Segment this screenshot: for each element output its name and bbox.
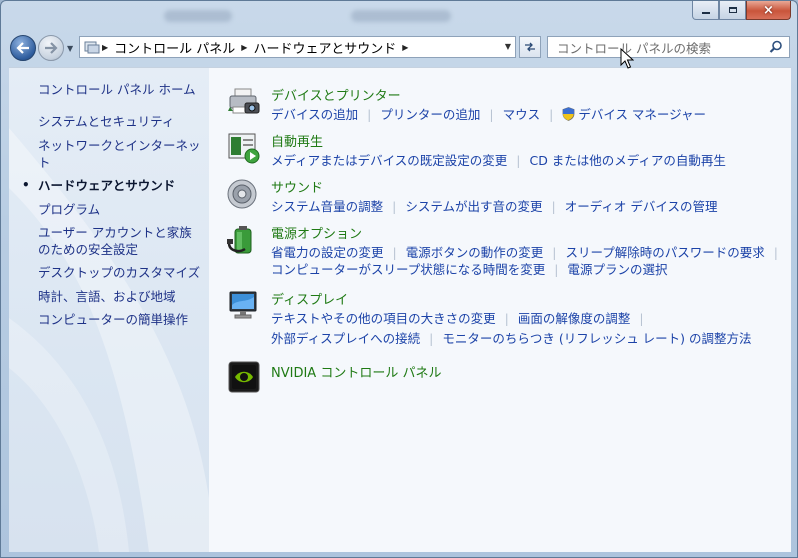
category-title-power-options[interactable]: 電源オプション bbox=[271, 223, 362, 242]
link-divider: | bbox=[429, 331, 434, 346]
sidebar-item-control-panel-home[interactable]: コントロール パネル ホーム bbox=[38, 81, 208, 98]
sidebar-item-user-accounts[interactable]: ユーザー アカウントと家族のための安全設定 bbox=[38, 224, 202, 258]
monitor-icon[interactable] bbox=[227, 289, 261, 323]
category-title-devices-printers[interactable]: デバイスとプリンター bbox=[271, 85, 401, 104]
link-autoplay-cd[interactable]: CD または他のメディアの自動再生 bbox=[529, 153, 725, 168]
refresh-icon bbox=[525, 42, 535, 52]
control-panel-window: × ▼ ▶ コントロール パネル ▶ ハードウェアとサウンド ▶ ▼ コントロー… bbox=[0, 0, 798, 558]
minimize-icon bbox=[701, 12, 710, 14]
current-item-bullet: • bbox=[22, 178, 30, 192]
control-panel-icon bbox=[84, 41, 100, 54]
links-sound: システム音量の調整 | システムが出す音の変更 | オーディオ デバイスの管理 bbox=[271, 196, 717, 215]
link-divider: | bbox=[489, 107, 494, 122]
link-divider: | bbox=[554, 262, 559, 277]
sidebar-item-ease-of-access[interactable]: コンピューターの簡単操作 bbox=[38, 311, 208, 328]
blurred-title-fragment bbox=[164, 10, 232, 22]
link-divider: | bbox=[773, 245, 778, 260]
sidebar-item-hardware-sound: • ハードウェアとサウンド bbox=[22, 177, 208, 194]
link-change-power-saving[interactable]: 省電力の設定の変更 bbox=[271, 245, 384, 260]
sidebar-item-programs[interactable]: プログラム bbox=[38, 201, 208, 218]
link-divider: | bbox=[549, 107, 554, 122]
link-device-manager[interactable]: デバイス マネージャー bbox=[578, 107, 706, 122]
category-title-sound[interactable]: サウンド bbox=[271, 177, 323, 196]
minimize-button[interactable] bbox=[692, 1, 719, 20]
sidebar-item-label: ハードウェアとサウンド bbox=[38, 178, 176, 193]
links-autoplay: メディアまたはデバイスの既定設定の変更 | CD または他のメディアの自動再生 bbox=[271, 150, 726, 169]
printer-camera-icon[interactable] bbox=[227, 85, 261, 119]
maximize-button[interactable] bbox=[719, 1, 746, 20]
sidebar: コントロール パネル ホーム システムとセキュリティ ネットワークとインターネッ… bbox=[9, 68, 209, 552]
battery-plug-icon[interactable] bbox=[227, 223, 261, 257]
back-arrow-icon bbox=[16, 42, 29, 54]
uac-shield-icon bbox=[562, 107, 575, 121]
category-title-autoplay[interactable]: 自動再生 bbox=[271, 131, 323, 150]
navigation-bar: ▼ ▶ コントロール パネル ▶ ハードウェアとサウンド ▶ ▼ bbox=[1, 33, 797, 63]
link-change-default-media-settings[interactable]: メディアまたはデバイスの既定設定の変更 bbox=[271, 153, 507, 168]
breadcrumb-separator[interactable]: ▶ bbox=[241, 43, 247, 52]
sidebar-item-clock-language-region[interactable]: 時計、言語、および地域 bbox=[38, 288, 208, 305]
link-divider: | bbox=[504, 311, 509, 326]
link-change-sleep-time[interactable]: コンピューターがスリープ状態になる時間を変更 bbox=[271, 262, 545, 277]
link-add-device[interactable]: デバイスの追加 bbox=[271, 107, 358, 122]
links-display-row1: テキストやその他の項目の大きさの変更 | 画面の解像度の調整 | bbox=[271, 308, 653, 327]
link-manage-audio-devices[interactable]: オーディオ デバイスの管理 bbox=[565, 199, 718, 214]
link-mouse[interactable]: マウス bbox=[503, 107, 541, 122]
link-require-password-on-wake[interactable]: スリープ解除時のパスワードの要求 bbox=[565, 245, 764, 260]
link-adjust-system-volume[interactable]: システム音量の調整 bbox=[271, 199, 383, 214]
breadcrumb-control-panel[interactable]: コントロール パネル bbox=[114, 38, 235, 57]
back-button[interactable] bbox=[10, 35, 36, 61]
forward-button[interactable] bbox=[38, 35, 64, 61]
content-area: コントロール パネル ホーム システムとセキュリティ ネットワークとインターネッ… bbox=[9, 67, 791, 552]
link-divider: | bbox=[639, 311, 644, 326]
close-icon: × bbox=[763, 2, 774, 18]
mouse-cursor-icon bbox=[620, 48, 634, 69]
link-monitor-refresh-rate[interactable]: モニターのちらつき (リフレッシュ レート) の調整方法 bbox=[442, 331, 751, 346]
breadcrumb-hardware-and-sound[interactable]: ハードウェアとサウンド bbox=[253, 38, 396, 57]
category-title-nvidia[interactable]: NVIDIA コントロール パネル bbox=[271, 362, 441, 381]
breadcrumb-separator[interactable]: ▶ bbox=[402, 43, 408, 52]
search-input[interactable] bbox=[555, 38, 769, 58]
maximize-icon bbox=[728, 7, 737, 13]
links-devices-printers: デバイスの追加 | プリンターの追加 | マウス | デバイス マネージャー bbox=[271, 104, 706, 123]
link-divider: | bbox=[392, 199, 397, 214]
link-change-text-size[interactable]: テキストやその他の項目の大きさの変更 bbox=[271, 311, 496, 326]
recent-pages-dropdown[interactable]: ▼ bbox=[67, 44, 73, 53]
autoplay-icon[interactable] bbox=[227, 131, 261, 165]
link-divider: | bbox=[551, 199, 556, 214]
sidebar-item-desktop-customization[interactable]: デスクトップのカスタマイズ bbox=[38, 264, 208, 281]
forward-arrow-icon bbox=[45, 42, 58, 54]
close-button[interactable]: × bbox=[746, 1, 791, 20]
sidebar-item-network-internet[interactable]: ネットワークとインターネット bbox=[38, 137, 202, 171]
links-power-options-row2: コンピューターがスリープ状態になる時間を変更 | 電源プランの選択 bbox=[271, 259, 668, 278]
speaker-icon[interactable] bbox=[227, 177, 261, 211]
link-divider: | bbox=[367, 107, 372, 122]
link-divider: | bbox=[516, 153, 521, 168]
link-adjust-screen-resolution[interactable]: 画面の解像度の調整 bbox=[518, 311, 631, 326]
link-change-system-sounds[interactable]: システムが出す音の変更 bbox=[405, 199, 542, 214]
search-icon[interactable] bbox=[769, 40, 783, 54]
address-dropdown-icon[interactable]: ▼ bbox=[505, 42, 511, 51]
link-connect-external-display[interactable]: 外部ディスプレイへの接続 bbox=[271, 331, 420, 346]
sidebar-item-system-security[interactable]: システムとセキュリティ bbox=[38, 113, 208, 130]
blurred-title-fragment bbox=[351, 10, 451, 22]
search-box[interactable] bbox=[547, 36, 790, 58]
link-divider: | bbox=[552, 245, 557, 260]
title-bar[interactable]: × bbox=[1, 1, 797, 33]
links-display-row2: 外部ディスプレイへの接続 | モニターのちらつき (リフレッシュ レート) の調整方… bbox=[271, 328, 752, 347]
link-choose-power-plan[interactable]: 電源プランの選択 bbox=[567, 262, 667, 277]
link-add-printer[interactable]: プリンターの追加 bbox=[380, 107, 480, 122]
category-title-display[interactable]: ディスプレイ bbox=[271, 289, 348, 308]
link-divider: | bbox=[392, 245, 397, 260]
link-power-button-action[interactable]: 電源ボタンの動作の変更 bbox=[406, 245, 544, 260]
caption-buttons: × bbox=[692, 1, 791, 21]
nvidia-icon[interactable] bbox=[227, 360, 261, 394]
breadcrumb-separator[interactable]: ▶ bbox=[102, 43, 108, 52]
address-bar[interactable]: ▶ コントロール パネル ▶ ハードウェアとサウンド ▶ ▼ bbox=[79, 36, 516, 58]
refresh-button[interactable] bbox=[519, 36, 541, 58]
